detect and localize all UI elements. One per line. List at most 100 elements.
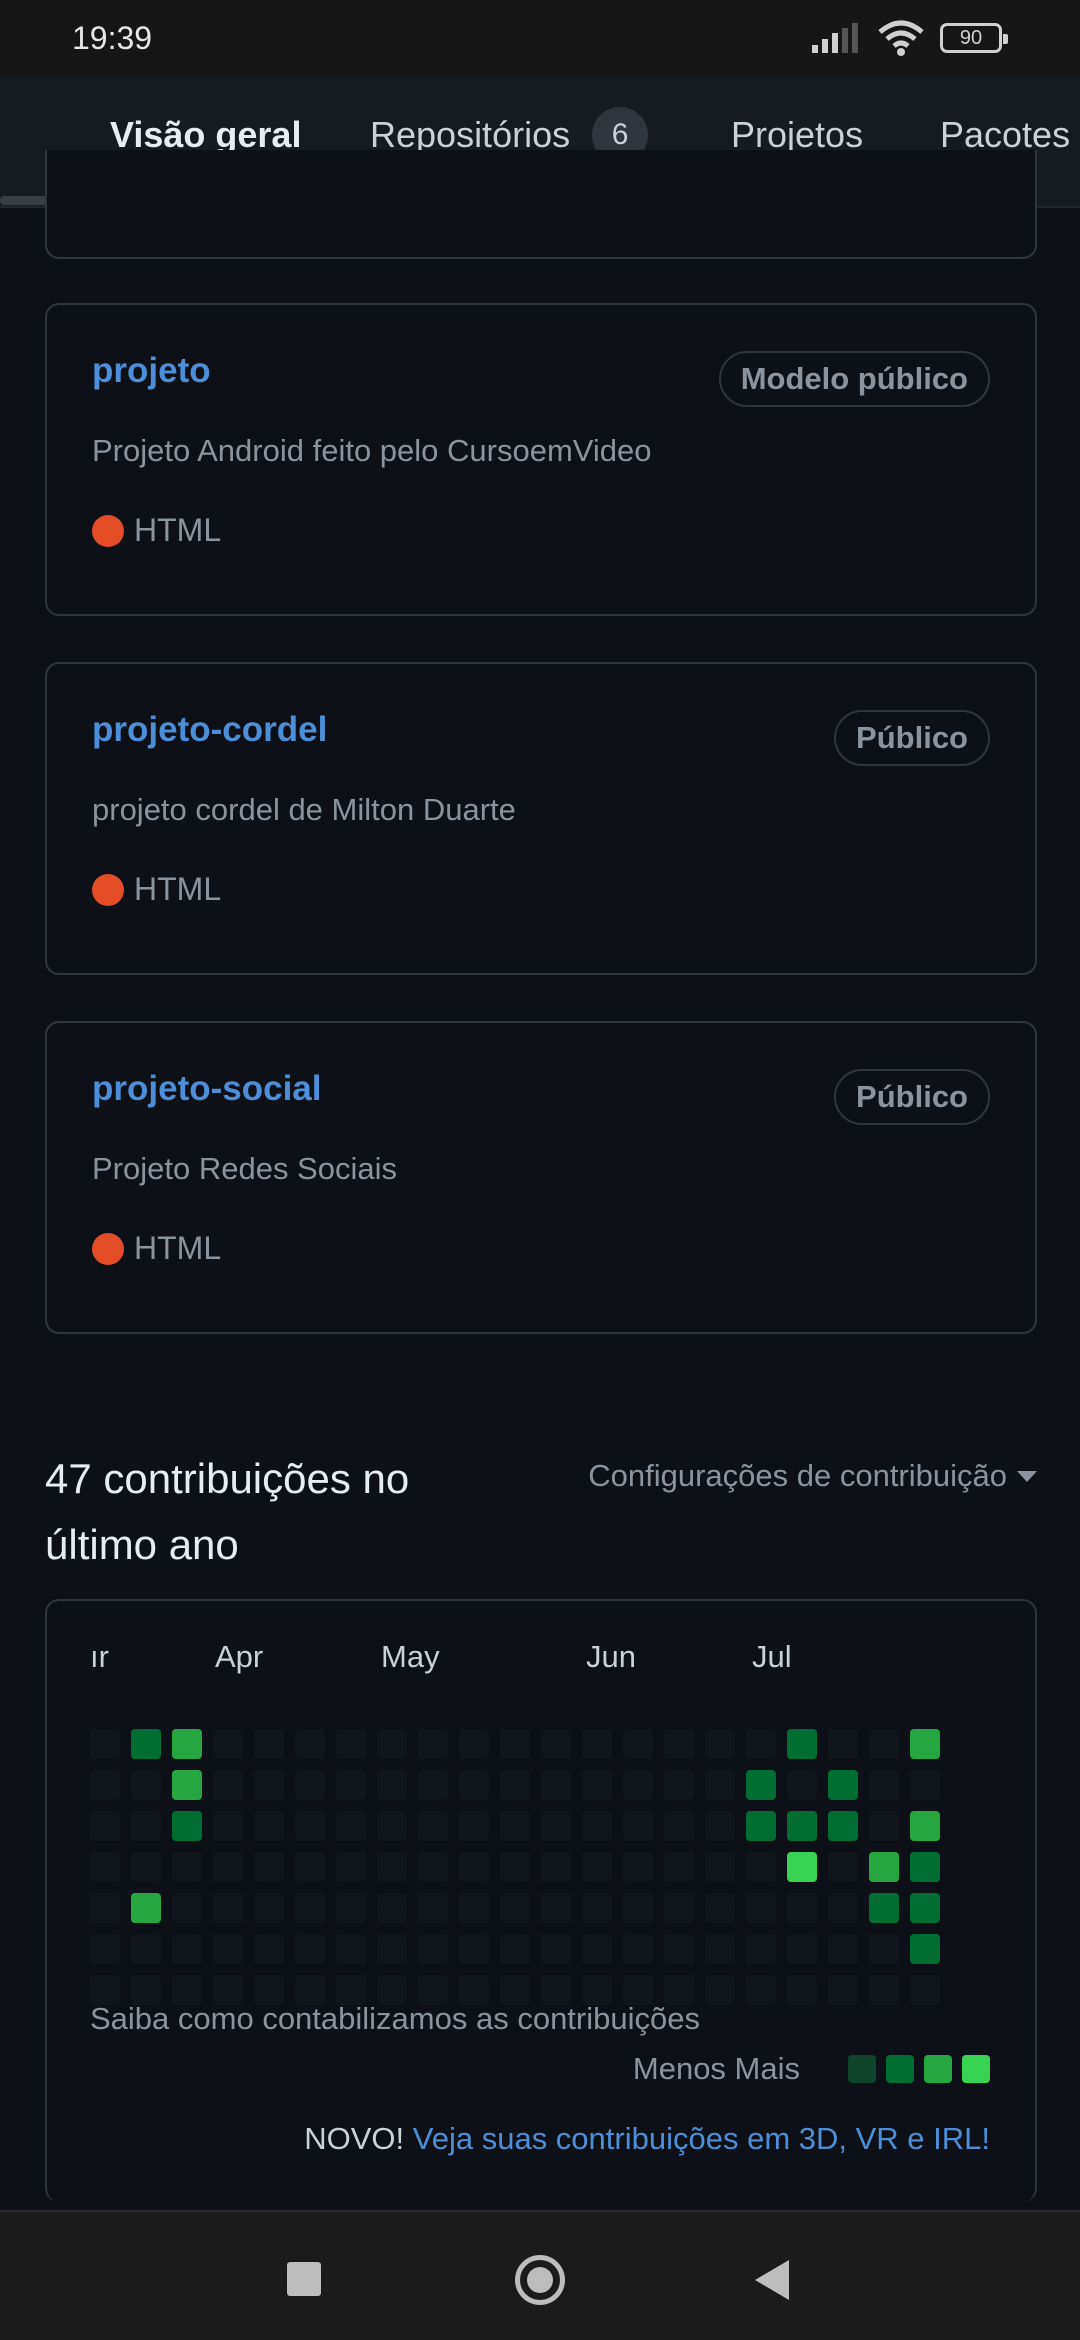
contribution-day-cell[interactable] [705, 1770, 735, 1800]
contribution-day-cell[interactable] [828, 1729, 858, 1759]
back-button[interactable] [755, 2260, 789, 2300]
contribution-day-cell[interactable] [213, 1893, 243, 1923]
contribution-day-cell[interactable] [869, 1893, 899, 1923]
contribution-day-cell[interactable] [131, 1729, 161, 1759]
learn-contributions-link[interactable]: Saiba como contabilizamos as contribuiçõ… [90, 2001, 700, 2037]
contribution-day-cell[interactable] [664, 1934, 694, 1964]
contribution-day-cell[interactable] [828, 1852, 858, 1882]
contribution-day-cell[interactable] [828, 1893, 858, 1923]
contribution-day-cell[interactable] [254, 1934, 284, 1964]
contribution-day-cell[interactable] [664, 1770, 694, 1800]
contribution-day-cell[interactable] [746, 1811, 776, 1841]
contribution-day-cell[interactable] [336, 1852, 366, 1882]
contribution-day-cell[interactable] [90, 1852, 120, 1882]
contribution-day-cell[interactable] [582, 1729, 612, 1759]
contribution-day-cell[interactable] [90, 1729, 120, 1759]
contribution-day-cell[interactable] [90, 1934, 120, 1964]
contribution-day-cell[interactable] [623, 1811, 653, 1841]
contribution-day-cell[interactable] [910, 1975, 940, 2005]
contribution-day-cell[interactable] [254, 1729, 284, 1759]
contribution-day-cell[interactable] [459, 1811, 489, 1841]
contribution-day-cell[interactable] [623, 1852, 653, 1882]
contribution-day-cell[interactable] [541, 1770, 571, 1800]
contribution-day-cell[interactable] [295, 1852, 325, 1882]
contribution-day-cell[interactable] [910, 1893, 940, 1923]
contribution-day-cell[interactable] [172, 1770, 202, 1800]
contribution-day-cell[interactable] [500, 1729, 530, 1759]
contribution-day-cell[interactable] [705, 1893, 735, 1923]
contribution-day-cell[interactable] [418, 1934, 448, 1964]
contribution-day-cell[interactable] [90, 1811, 120, 1841]
repo-name-link[interactable]: projeto [92, 351, 211, 391]
contribution-day-cell[interactable] [418, 1893, 448, 1923]
contribution-day-cell[interactable] [377, 1934, 407, 1964]
contribution-day-cell[interactable] [746, 1893, 776, 1923]
contribution-day-cell[interactable] [172, 1893, 202, 1923]
contribution-day-cell[interactable] [910, 1770, 940, 1800]
contribution-day-cell[interactable] [582, 1811, 612, 1841]
contribution-day-cell[interactable] [131, 1934, 161, 1964]
contribution-day-cell[interactable] [746, 1975, 776, 2005]
contribution-day-cell[interactable] [828, 1975, 858, 2005]
home-button[interactable] [515, 2255, 565, 2305]
contribution-day-cell[interactable] [131, 1852, 161, 1882]
contribution-day-cell[interactable] [828, 1770, 858, 1800]
contribution-day-cell[interactable] [869, 1729, 899, 1759]
contribution-day-cell[interactable] [869, 1770, 899, 1800]
contribution-day-cell[interactable] [787, 1893, 817, 1923]
repo-card[interactable]: projeto-social Público Projeto Redes Soc… [45, 1021, 1037, 1334]
contribution-day-cell[interactable] [541, 1729, 571, 1759]
contribution-day-cell[interactable] [541, 1893, 571, 1923]
contribution-day-cell[interactable] [705, 1934, 735, 1964]
contribution-day-cell[interactable] [541, 1811, 571, 1841]
contribution-day-cell[interactable] [664, 1893, 694, 1923]
contribution-day-cell[interactable] [459, 1852, 489, 1882]
contribution-day-cell[interactable] [500, 1811, 530, 1841]
contribution-day-cell[interactable] [746, 1729, 776, 1759]
contribution-day-cell[interactable] [295, 1811, 325, 1841]
repo-card-partial[interactable] [45, 150, 1037, 259]
contribution-day-cell[interactable] [418, 1811, 448, 1841]
contribution-day-cell[interactable] [582, 1934, 612, 1964]
contribution-day-cell[interactable] [172, 1729, 202, 1759]
contribution-day-cell[interactable] [131, 1893, 161, 1923]
contribution-day-cell[interactable] [377, 1811, 407, 1841]
contribution-day-cell[interactable] [500, 1893, 530, 1923]
contribution-day-cell[interactable] [787, 1934, 817, 1964]
contribution-day-cell[interactable] [90, 1770, 120, 1800]
contribution-day-cell[interactable] [377, 1729, 407, 1759]
contribution-day-cell[interactable] [254, 1811, 284, 1841]
contribution-day-cell[interactable] [254, 1893, 284, 1923]
contribution-day-cell[interactable] [705, 1975, 735, 2005]
contribution-day-cell[interactable] [787, 1770, 817, 1800]
contribution-day-cell[interactable] [336, 1934, 366, 1964]
contribution-day-cell[interactable] [336, 1770, 366, 1800]
contribution-day-cell[interactable] [623, 1934, 653, 1964]
contribution-day-cell[interactable] [623, 1729, 653, 1759]
contribution-day-cell[interactable] [500, 1770, 530, 1800]
contribution-day-cell[interactable] [705, 1852, 735, 1882]
repo-card[interactable]: projeto-cordel Público projeto cordel de… [45, 662, 1037, 975]
contribution-day-cell[interactable] [623, 1893, 653, 1923]
contribution-day-cell[interactable] [664, 1852, 694, 1882]
contribution-day-cell[interactable] [869, 1852, 899, 1882]
contribution-day-cell[interactable] [541, 1852, 571, 1882]
contribution-day-cell[interactable] [787, 1729, 817, 1759]
contribution-day-cell[interactable] [213, 1852, 243, 1882]
contribution-day-cell[interactable] [213, 1934, 243, 1964]
contribution-day-cell[interactable] [254, 1770, 284, 1800]
contribution-day-cell[interactable] [336, 1811, 366, 1841]
contribution-day-cell[interactable] [500, 1934, 530, 1964]
contribution-day-cell[interactable] [910, 1811, 940, 1841]
contribution-day-cell[interactable] [459, 1770, 489, 1800]
contribution-day-cell[interactable] [459, 1893, 489, 1923]
repo-name-link[interactable]: projeto-cordel [92, 710, 327, 750]
contribution-day-cell[interactable] [131, 1811, 161, 1841]
contribution-day-cell[interactable] [377, 1893, 407, 1923]
contribution-day-cell[interactable] [295, 1729, 325, 1759]
contribution-day-cell[interactable] [172, 1811, 202, 1841]
contribution-day-cell[interactable] [500, 1852, 530, 1882]
contribution-day-cell[interactable] [828, 1934, 858, 1964]
contribution-day-cell[interactable] [910, 1934, 940, 1964]
contribution-day-cell[interactable] [541, 1934, 571, 1964]
